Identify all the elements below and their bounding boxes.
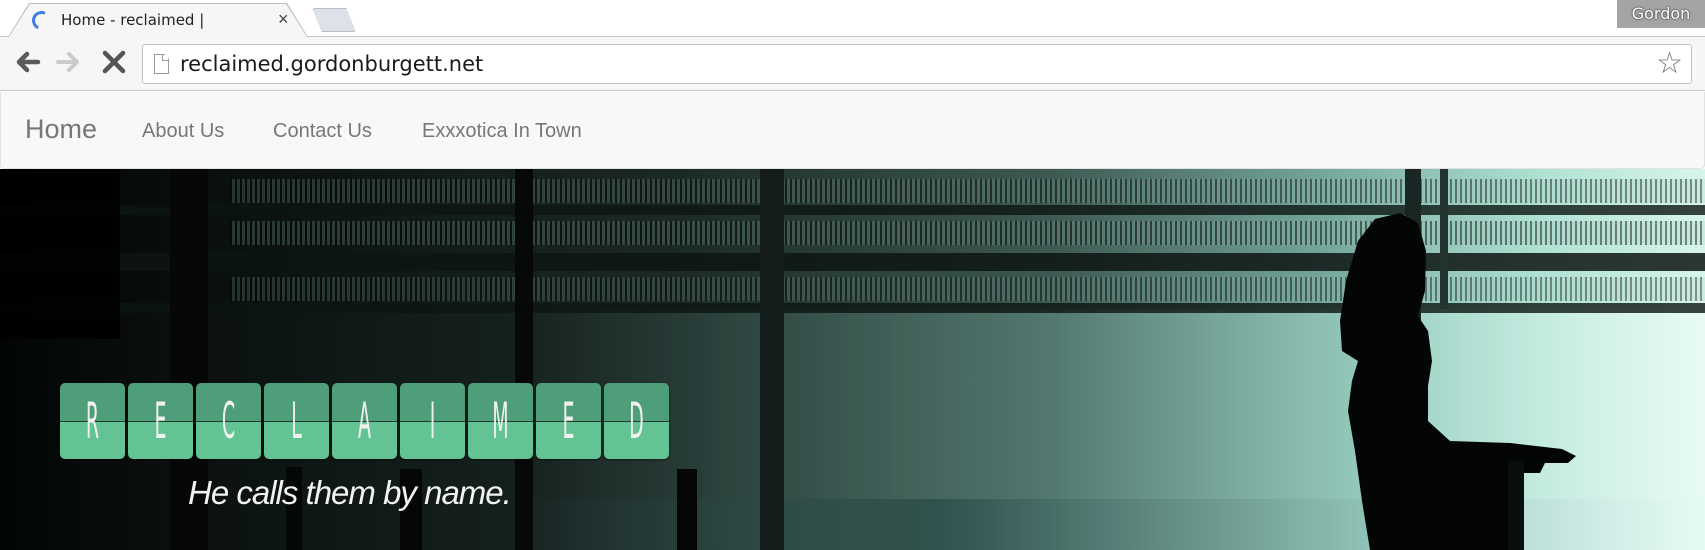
logo-tile: R (60, 383, 125, 459)
profile-button[interactable]: Gordon (1617, 0, 1705, 28)
address-bar[interactable]: reclaimed.gordonburgett.net ☆ (142, 44, 1692, 84)
logo-letter: E (154, 392, 167, 450)
logo-letter: M (492, 392, 509, 450)
bookmark-star-icon[interactable]: ☆ (1656, 47, 1683, 81)
browser-tab[interactable]: Home - reclaimed | × (8, 3, 308, 37)
hero-post (677, 469, 697, 550)
arrow-right-icon (56, 52, 79, 72)
nav-link-exxxotica-in-town[interactable]: Exxxotica In Town (422, 120, 582, 143)
stop-button[interactable] (99, 47, 129, 77)
logo-letter: E (562, 392, 575, 450)
tab-strip: Home - reclaimed | × Gordon (0, 0, 1705, 37)
logo-tile: A (332, 383, 397, 459)
hero-banner: R E C L A I M E D He calls them by name. (0, 169, 1705, 550)
logo-letter: A (357, 392, 372, 450)
logo-tile: L (264, 383, 329, 459)
logo-letter: I (429, 392, 436, 450)
tab-title: Home - reclaimed | (61, 11, 205, 29)
url-text[interactable]: reclaimed.gordonburgett.net (180, 52, 483, 76)
woman-silhouette (1340, 213, 1576, 550)
logo-letter: R (85, 392, 100, 450)
logo-tile: I (400, 383, 465, 459)
logo-tile: E (536, 383, 601, 459)
logo-letter: D (629, 392, 644, 450)
tab-close-icon[interactable]: × (278, 9, 289, 29)
arrow-left-icon (16, 51, 41, 73)
back-button[interactable] (12, 47, 42, 77)
new-tab-button[interactable] (312, 8, 356, 32)
hero-shadow (0, 169, 120, 339)
reclaimed-logo: R E C L A I M E D (60, 383, 669, 459)
page-icon (154, 54, 169, 74)
hero-tagline: He calls them by name. (188, 474, 512, 511)
logo-letter: C (221, 392, 236, 450)
hero-pillar (515, 169, 533, 550)
logo-tile: E (128, 383, 193, 459)
nav-link-about-us[interactable]: About Us (142, 120, 224, 143)
hero-grille (230, 179, 1705, 203)
hero-pillar (760, 169, 784, 550)
site-navbar: Home About Us Contact Us Exxxotica In To… (0, 92, 1705, 169)
logo-tile: C (196, 383, 261, 459)
stop-x-icon (102, 50, 126, 74)
logo-tile: D (604, 383, 669, 459)
nav-brand-home[interactable]: Home (25, 114, 97, 145)
nav-link-contact-us[interactable]: Contact Us (273, 120, 372, 143)
logo-letter: L (291, 392, 302, 450)
browser-toolbar: reclaimed.gordonburgett.net ☆ (0, 37, 1705, 91)
forward-button[interactable] (54, 47, 84, 77)
logo-tile: M (468, 383, 533, 459)
